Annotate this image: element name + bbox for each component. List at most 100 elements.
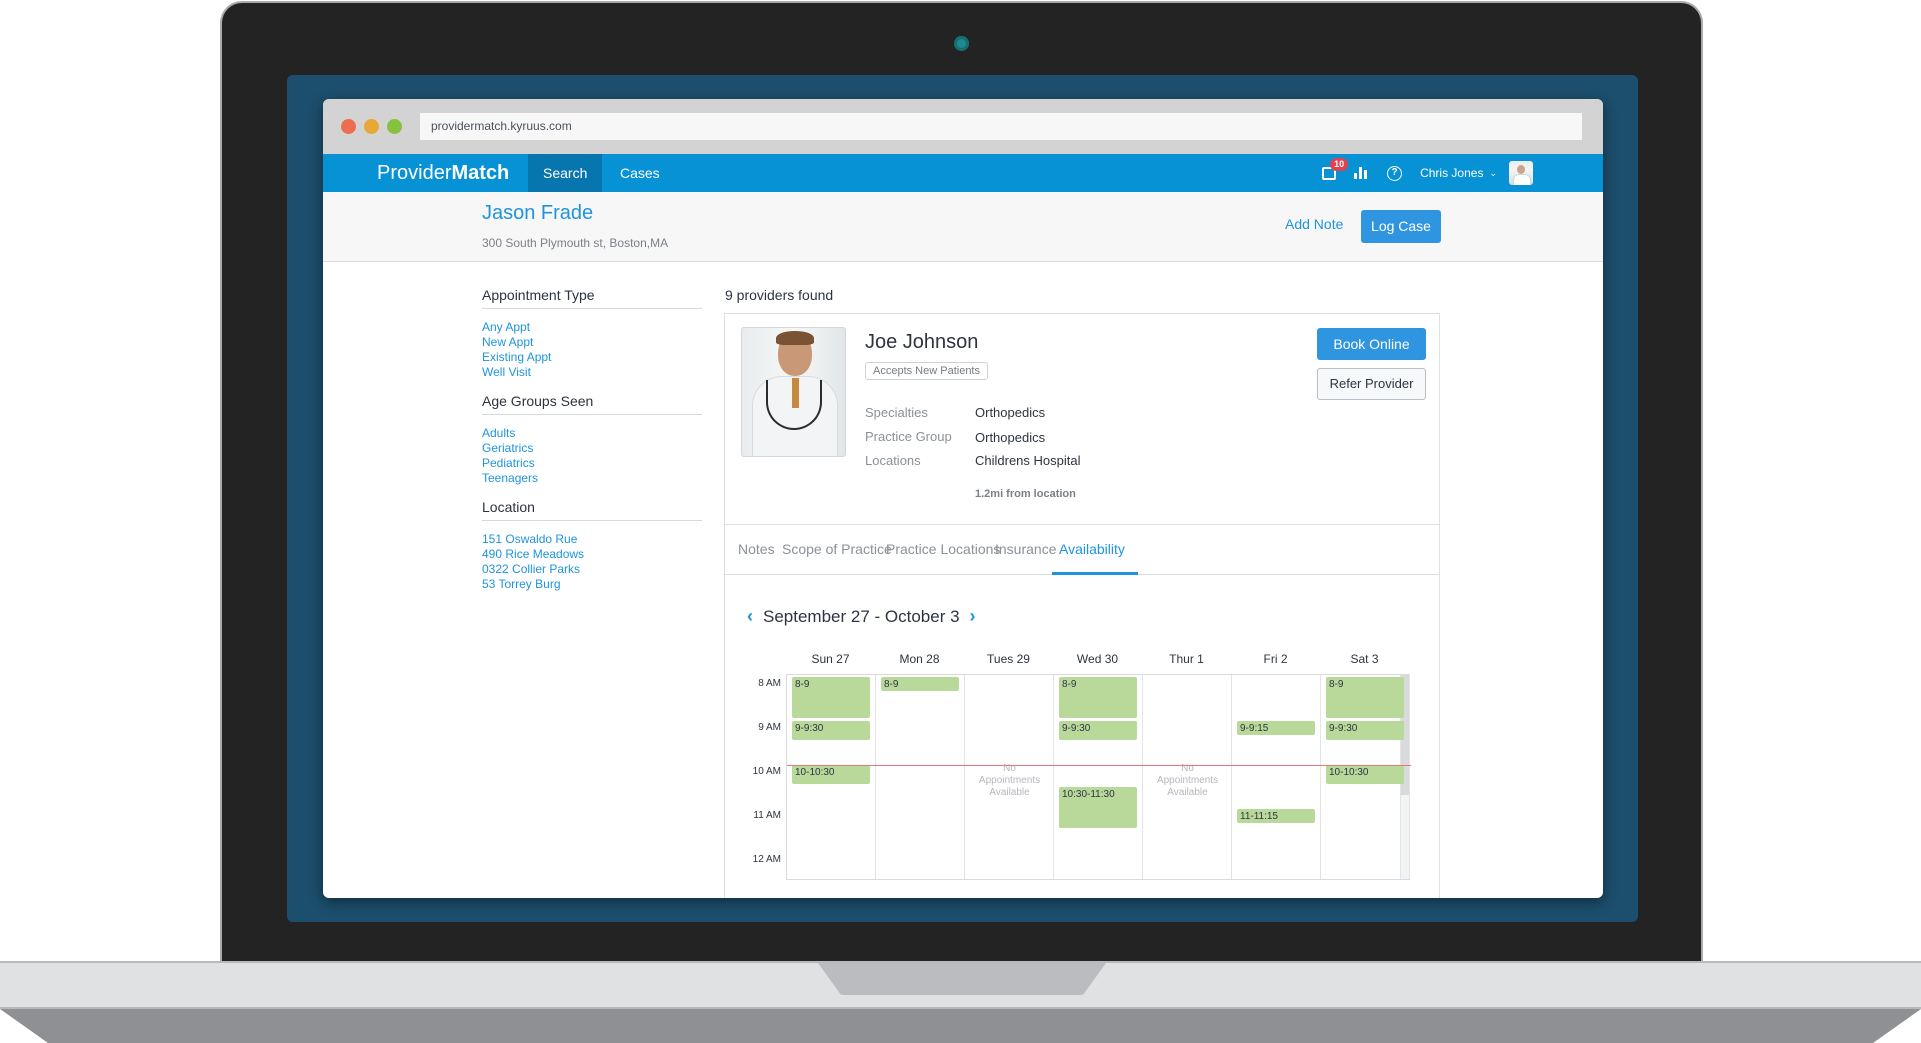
- minimize-window-button[interactable]: [364, 119, 379, 134]
- add-note-link[interactable]: Add Note: [1285, 216, 1343, 232]
- appointment-slot[interactable]: 10-10:30: [792, 765, 870, 784]
- availability-grid: 8-9 9-9:30 10-10:30 8-9 No Appointments Availa…: [786, 674, 1411, 880]
- url-bar[interactable]: providermatch.kyruus.com: [420, 113, 1582, 140]
- tab-availability[interactable]: Availability: [1059, 541, 1125, 557]
- day-header: Sat 3: [1350, 652, 1379, 666]
- book-online-button[interactable]: Book Online: [1317, 328, 1426, 360]
- tab-practice-locations[interactable]: Practice Locations: [886, 541, 1000, 557]
- no-appointments-text: No Appointments Available: [1156, 763, 1219, 798]
- appointment-slot[interactable]: 9-9:15: [1237, 721, 1315, 735]
- filter-item[interactable]: Existing Appt: [482, 350, 702, 365]
- day-column: 8-9: [876, 675, 965, 879]
- avatar[interactable]: [1509, 161, 1533, 185]
- filter-item[interactable]: Any Appt: [482, 320, 702, 335]
- day-header: Mon 28: [899, 652, 940, 666]
- filter-item[interactable]: 490 Rice Meadows: [482, 547, 702, 562]
- filter-item[interactable]: 151 Oswaldo Rue: [482, 532, 702, 547]
- day-column: No Appointments Available: [1143, 675, 1232, 879]
- appointment-slot[interactable]: 10-10:30: [1326, 765, 1404, 784]
- camera-icon: [954, 36, 969, 51]
- locations-label: Locations: [865, 453, 921, 468]
- time-label: 8 AM: [758, 678, 781, 689]
- no-appointments-text: No Appointments Available: [978, 763, 1041, 798]
- patient-address: 300 South Plymouth st, Boston,MA: [482, 236, 669, 250]
- brand-logo[interactable]: ProviderMatch: [377, 154, 509, 192]
- laptop-base-bottom: [0, 1009, 1921, 1043]
- app-nav: ProviderMatch Search Cases 10 ? Chris Jo…: [323, 154, 1603, 192]
- help-icon[interactable]: ?: [1387, 165, 1403, 181]
- provider-name[interactable]: Joe Johnson: [865, 331, 978, 354]
- filter-title: Age Groups Seen: [482, 393, 702, 415]
- filter-age-groups: Age Groups Seen Adults Geriatrics Pediat…: [482, 393, 702, 486]
- filter-item[interactable]: Teenagers: [482, 471, 702, 486]
- appointment-slot[interactable]: 9-9:30: [792, 721, 870, 740]
- filter-title: Appointment Type: [482, 287, 702, 309]
- nav-tab-cases[interactable]: Cases: [605, 154, 675, 192]
- log-case-button[interactable]: Log Case: [1361, 210, 1441, 243]
- day-column: 8-9 9-9:30 10-10:30: [787, 675, 876, 879]
- chevron-down-icon[interactable]: ⌄: [1489, 168, 1497, 179]
- filter-item[interactable]: 53 Torrey Burg: [482, 577, 702, 592]
- tab-notes[interactable]: Notes: [738, 541, 775, 557]
- appointment-slot[interactable]: 9-9:30: [1059, 721, 1137, 740]
- appointment-slot[interactable]: 8-9: [1326, 677, 1404, 718]
- day-header: Wed 30: [1076, 652, 1119, 666]
- practice-group-label: Practice Group: [865, 429, 952, 444]
- day-column: 8-9 9-9:30 10:30-11:30: [1054, 675, 1143, 879]
- filter-item[interactable]: Adults: [482, 426, 702, 441]
- day-header: Thur 1: [1169, 652, 1204, 666]
- day-column: No Appointments Available: [965, 675, 1054, 879]
- day-column: 8-9 9-9:30 10-10:30: [1321, 675, 1410, 879]
- inbox-icon[interactable]: 10: [1322, 157, 1349, 180]
- brand-bold: Match: [451, 162, 510, 184]
- chevron-left-icon[interactable]: ‹: [747, 606, 753, 627]
- filter-item[interactable]: New Appt: [482, 335, 702, 350]
- brand-light: Provider: [377, 162, 452, 184]
- time-label: 9 AM: [758, 722, 781, 733]
- nav-tab-search[interactable]: Search: [528, 154, 603, 192]
- distance-text: 1.2mi from location: [975, 488, 1076, 500]
- bar-chart-icon[interactable]: [1354, 167, 1368, 179]
- locations-value: Childrens Hospital: [975, 453, 1081, 468]
- accepts-new-patients-tag: Accepts New Patients: [865, 362, 988, 380]
- day-column: 9-9:15 11-11:15: [1232, 675, 1321, 879]
- browser-window: providermatch.kyruus.com ProviderMatch S…: [323, 99, 1603, 898]
- tab-insurance[interactable]: Insurance: [995, 541, 1056, 557]
- appointment-slot[interactable]: 8-9: [1059, 677, 1137, 718]
- provider-tabs: Notes Scope of Practice Practice Locatio…: [725, 524, 1439, 575]
- patient-name[interactable]: Jason Frade: [482, 202, 593, 225]
- active-tab-indicator: [1052, 572, 1138, 575]
- chevron-right-icon[interactable]: ›: [970, 606, 976, 627]
- specialties-label: Specialties: [865, 405, 928, 420]
- filter-location: Location 151 Oswaldo Rue 490 Rice Meadow…: [482, 499, 702, 592]
- maximize-window-button[interactable]: [387, 119, 402, 134]
- appointment-slot[interactable]: 9-9:30: [1326, 721, 1404, 740]
- laptop-notch: [818, 963, 1106, 995]
- week-navigator: ‹ September 27 - October 3 ›: [747, 606, 976, 627]
- appointment-slot[interactable]: 8-9: [792, 677, 870, 718]
- day-header: Sun 27: [811, 652, 850, 666]
- close-window-button[interactable]: [341, 119, 356, 134]
- filter-item[interactable]: Well Visit: [482, 365, 702, 380]
- day-header: Fri 2: [1263, 652, 1288, 666]
- practice-group-value: Orthopedics: [975, 430, 1046, 445]
- provider-photo: [741, 327, 846, 457]
- result-count: 9 providers found: [725, 287, 834, 303]
- filter-item[interactable]: Pediatrics: [482, 456, 702, 471]
- time-label: 10 AM: [752, 766, 781, 777]
- time-label: 11 AM: [753, 810, 781, 821]
- patient-header: Jason Frade 300 South Plymouth st, Bosto…: [323, 192, 1603, 262]
- filter-title: Location: [482, 499, 702, 521]
- specialties-value: Orthopedics: [975, 405, 1046, 420]
- appointment-slot[interactable]: 10:30-11:30: [1059, 787, 1137, 828]
- browser-chrome: providermatch.kyruus.com: [323, 99, 1603, 154]
- refer-provider-button[interactable]: Refer Provider: [1317, 368, 1426, 400]
- appointment-slot[interactable]: 8-9: [881, 677, 959, 691]
- tab-scope-of-practice[interactable]: Scope of Practice: [782, 541, 892, 557]
- filter-item[interactable]: Geriatrics: [482, 441, 702, 456]
- time-label: 12 AM: [752, 854, 781, 865]
- filter-item[interactable]: 0322 Collier Parks: [482, 562, 702, 577]
- appointment-slot[interactable]: 11-11:15: [1237, 809, 1315, 823]
- user-menu[interactable]: Chris Jones: [1420, 166, 1483, 180]
- week-label: September 27 - October 3: [763, 606, 960, 626]
